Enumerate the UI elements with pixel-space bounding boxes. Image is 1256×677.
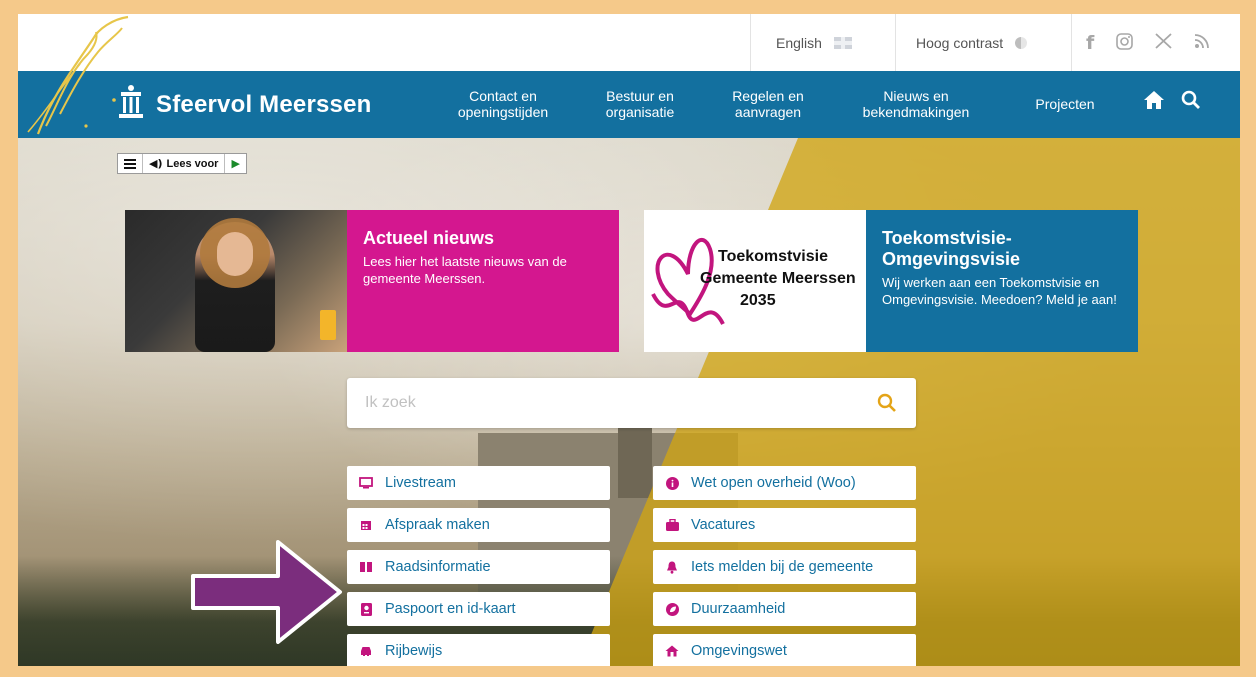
browser-viewport: English Hoog contrast f Sfeervol Meersse… (18, 14, 1240, 666)
news-card[interactable]: Actueel nieuws Lees hier het laatste nie… (347, 210, 619, 352)
language-label[interactable]: English (776, 35, 822, 51)
quicklink-label[interactable]: Duurzaamheid (691, 601, 785, 617)
quicklink-omgevingswet[interactable]: Omgevingswet (653, 634, 916, 666)
quicklink-label[interactable]: Paspoort en id-kaart (385, 601, 516, 617)
info-icon (665, 476, 679, 490)
vision-card[interactable]: Toekomstvisie-Omgevingsvisie Wij werken … (866, 210, 1138, 352)
readspeaker-menu-button[interactable] (118, 154, 143, 173)
utility-bar: English Hoog contrast f (18, 14, 1240, 71)
instagram-icon[interactable] (1116, 32, 1134, 53)
nav-nieuws[interactable]: Nieuws en bekendmakingen (850, 88, 982, 120)
quicklink-melden[interactable]: Iets melden bij de gemeente (653, 550, 916, 584)
uk-flag-icon[interactable] (833, 36, 852, 49)
vision-image-line3: 2035 (740, 292, 776, 309)
facebook-icon[interactable]: f (1086, 32, 1094, 54)
contrast-label[interactable]: Hoog contrast (916, 35, 1003, 51)
nav-icon-group (1143, 90, 1201, 110)
nav-projecten[interactable]: Projecten (1020, 96, 1110, 112)
nav-regelen[interactable]: Regelen en aanvragen (718, 88, 818, 120)
quicklink-label[interactable]: Iets melden bij de gemeente (691, 559, 873, 575)
contrast-toggle[interactable]: Hoog contrast (895, 14, 1055, 71)
nav-regelen-line2[interactable]: aanvragen (718, 104, 818, 120)
vision-image-line2: Gemeente Meerssen (700, 270, 856, 287)
quicklink-label[interactable]: Afspraak maken (385, 517, 490, 533)
news-card-title[interactable]: Actueel nieuws (363, 228, 603, 249)
speaker-icon[interactable]: ◀) (149, 157, 163, 170)
readspeaker-widget: ◀) Lees voor ▶ (117, 153, 247, 174)
play-icon[interactable]: ▶ (231, 157, 239, 170)
book-icon (359, 560, 373, 574)
nav-contact-line1[interactable]: Contact en (444, 88, 562, 104)
search-icon[interactable] (1181, 90, 1201, 110)
readspeaker-read-button[interactable]: ◀) Lees voor (143, 154, 226, 173)
nav-contact-line2[interactable]: openingstijden (444, 104, 562, 120)
quicklink-livestream[interactable]: Livestream (347, 466, 610, 500)
calendar-icon (359, 518, 373, 532)
quicklink-woo[interactable]: Wet open overheid (Woo) (653, 466, 916, 500)
vision-image-line1: Toekomstvisie (718, 248, 828, 265)
readspeaker-label[interactable]: Lees voor (167, 158, 219, 170)
nav-nieuws-line2[interactable]: bekendmakingen (850, 104, 982, 120)
news-card-image[interactable] (125, 210, 347, 352)
quicklink-label[interactable]: Livestream (385, 475, 456, 491)
quicklink-raadsinformatie[interactable]: Raadsinformatie (347, 550, 610, 584)
quicklink-label[interactable]: Rijbewijs (385, 643, 442, 659)
passport-icon (359, 602, 373, 616)
leaf-icon (665, 602, 679, 616)
house-icon (665, 644, 679, 658)
bell-icon (665, 560, 679, 574)
nav-bestuur[interactable]: Bestuur en organisatie (590, 88, 690, 120)
car-icon (359, 644, 373, 658)
quicklink-label[interactable]: Raadsinformatie (385, 559, 491, 575)
nav-contact[interactable]: Contact en openingstijden (444, 88, 562, 120)
nav-bestuur-line1[interactable]: Bestuur en (590, 88, 690, 104)
nav-projecten-label[interactable]: Projecten (1020, 96, 1110, 112)
town-hall-logo-icon[interactable] (118, 84, 144, 120)
news-card-text: Lees hier het laatste nieuws van de geme… (363, 254, 567, 286)
quicklink-afspraak[interactable]: Afspraak maken (347, 508, 610, 542)
vision-card-image[interactable]: Toekomstvisie Gemeente Meerssen 2035 (644, 210, 866, 352)
language-switch[interactable]: English (750, 14, 876, 71)
vision-card-text: Wij werken aan een Toekomstvisie en Omge… (882, 275, 1117, 307)
social-links: f (1071, 14, 1240, 71)
briefcase-icon (665, 518, 679, 532)
monitor-icon (359, 476, 373, 490)
quicklink-label[interactable]: Wet open overheid (Woo) (691, 475, 856, 491)
nav-nieuws-line1[interactable]: Nieuws en (850, 88, 982, 104)
brand-name[interactable]: Sfeervol Meerssen (156, 91, 372, 119)
quicklink-paspoort[interactable]: Paspoort en id-kaart (347, 592, 610, 626)
quicklink-vacatures[interactable]: Vacatures (653, 508, 916, 542)
quicklink-label[interactable]: Omgevingswet (691, 643, 787, 659)
quicklink-label[interactable]: Vacatures (691, 517, 755, 533)
home-icon[interactable] (1143, 90, 1165, 110)
menu-icon[interactable] (124, 158, 136, 170)
vision-image-text: Toekomstvisie Gemeente Meerssen 2035 (700, 246, 856, 312)
search-input[interactable] (347, 378, 867, 428)
purple-pointer-arrow (191, 540, 342, 644)
quicklink-duurzaamheid[interactable]: Duurzaamheid (653, 592, 916, 626)
woman-face (217, 232, 253, 276)
town-hall-tower (618, 428, 652, 498)
rss-icon[interactable] (1194, 33, 1210, 52)
vision-card-title[interactable]: Toekomstvisie-Omgevingsvisie (882, 228, 1122, 270)
x-icon[interactable] (1155, 33, 1172, 52)
nav-regelen-line1[interactable]: Regelen en (718, 88, 818, 104)
contrast-icon[interactable] (1015, 36, 1028, 49)
search-icon[interactable] (877, 393, 897, 413)
readspeaker-play-button[interactable]: ▶ (225, 154, 245, 173)
search-box (347, 378, 916, 428)
main-navigation: Sfeervol Meerssen Contact en openingstij… (18, 71, 1240, 138)
juice-glass (320, 310, 336, 340)
nav-bestuur-line2[interactable]: organisatie (590, 104, 690, 120)
quicklink-rijbewijs[interactable]: Rijbewijs (347, 634, 610, 666)
